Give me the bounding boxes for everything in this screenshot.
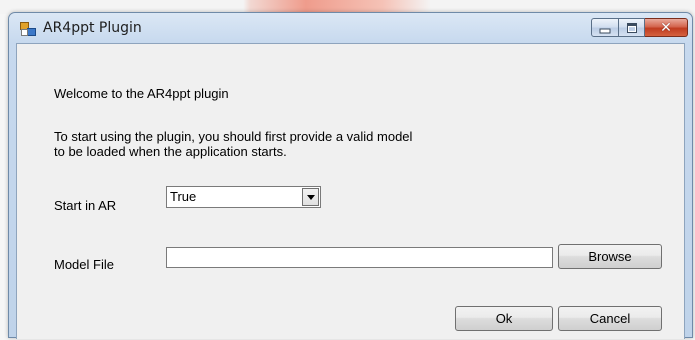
window-title: AR4ppt Plugin xyxy=(43,20,142,36)
close-button[interactable]: ✕ xyxy=(645,18,688,37)
cancel-button[interactable]: Cancel xyxy=(558,306,662,331)
minimize-button[interactable] xyxy=(591,18,619,37)
maximize-icon xyxy=(626,22,637,33)
title-bar[interactable]: AR4ppt Plugin ✕ xyxy=(9,13,692,43)
instruction-text-line1: To start using the plugin, you should fi… xyxy=(54,129,413,144)
ok-button[interactable]: Ok xyxy=(455,306,553,331)
chevron-down-icon xyxy=(307,195,315,200)
instruction-text-line2: to be loaded when the application starts… xyxy=(54,144,287,159)
start-in-ar-label: Start in AR xyxy=(54,198,117,213)
form-window-icon xyxy=(20,22,36,36)
model-file-label: Model File xyxy=(54,257,114,272)
start-in-ar-select[interactable]: True xyxy=(166,186,321,208)
welcome-text: Welcome to the AR4ppt plugin xyxy=(54,86,229,101)
caption-buttons: ✕ xyxy=(591,18,688,37)
dropdown-button[interactable] xyxy=(302,188,319,206)
maximize-button[interactable] xyxy=(619,18,645,37)
dialog-client-area: Welcome to the AR4ppt plugin To start us… xyxy=(16,43,685,339)
dialog-window: AR4ppt Plugin ✕ Welcome to the AR4ppt pl… xyxy=(8,12,693,339)
browse-button[interactable]: Browse xyxy=(558,244,662,269)
minimize-icon xyxy=(599,28,611,33)
start-in-ar-selected-value: True xyxy=(170,189,197,204)
close-icon: ✕ xyxy=(660,19,672,36)
model-file-input[interactable] xyxy=(166,247,553,268)
